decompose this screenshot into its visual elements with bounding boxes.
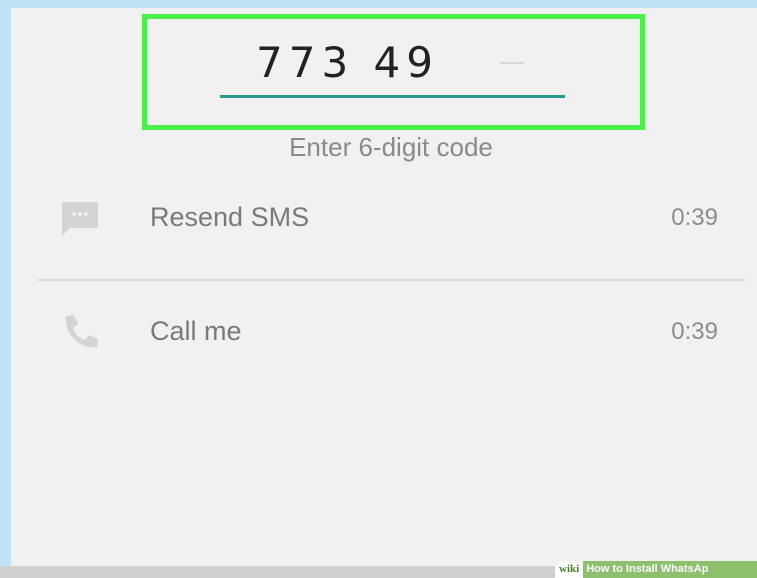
call-me-option[interactable]: Call me 0:39 [60,302,740,362]
code-input-underline [220,95,565,98]
resend-sms-label: Resend SMS [150,202,310,232]
wikihow-watermark: wiki How to Install WhatsAp [555,561,757,578]
divider [37,279,745,281]
call-me-label: Call me [150,316,242,346]
code-input[interactable]: 773 49 [220,30,565,100]
code-digits: 773 49 [256,38,439,87]
sms-icon [60,198,100,238]
code-hint: Enter 6-digit code [289,132,493,162]
resend-sms-timer: 0:39 [671,204,718,231]
phone-icon [60,312,100,352]
wikihow-logo: wiki [555,561,584,578]
resend-sms-option[interactable]: Resend SMS 0:39 [60,188,740,248]
watermark-text: How to Install WhatsAp [586,563,709,575]
call-me-timer: 0:39 [671,318,718,345]
next-digit-placeholder [500,62,524,64]
